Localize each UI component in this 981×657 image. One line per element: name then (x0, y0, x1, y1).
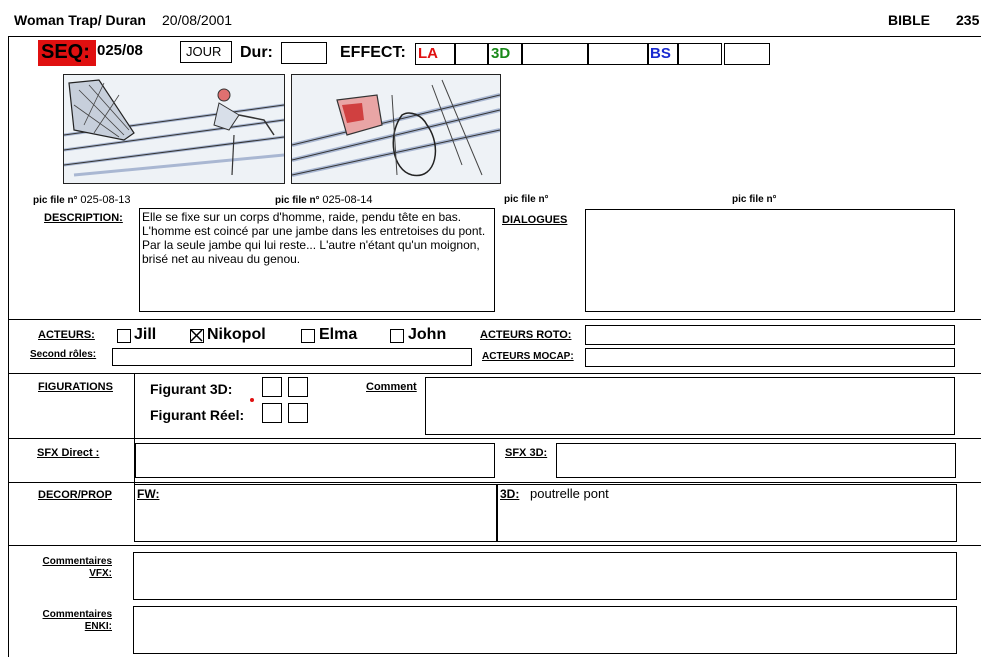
decor-prop-label: DECOR/PROP (38, 489, 112, 501)
acteurs-label: ACTEURS: (38, 329, 95, 341)
acteur-john: John (408, 326, 447, 343)
pic-file-2-value: 025-08-14 (322, 194, 373, 206)
pic-file-1-label: pic file n° (33, 195, 78, 206)
checkbox-nikopol[interactable] (190, 329, 204, 343)
header-date: 20/08/2001 (162, 12, 233, 28)
sfx-direct-label: SFX Direct : (37, 447, 100, 459)
bible-label: BIBLE (888, 12, 930, 28)
divider-3 (8, 438, 981, 439)
sfx-direct-field[interactable] (135, 443, 495, 478)
jour-label: JOUR (186, 44, 222, 59)
commentaires-vfx-label-line1: Commentaires (42, 556, 112, 567)
pic-file-1: pic file n° 025-08-13 (33, 194, 131, 206)
project-title: Woman Trap/ Duran (14, 12, 146, 28)
second-roles-label: Second rôles: (30, 349, 97, 360)
acteur-nikopol: Nikopol (207, 326, 266, 343)
figurations-label: FIGURATIONS (38, 381, 113, 393)
effect-bs-label: BS (650, 45, 671, 62)
red-mark (250, 398, 254, 402)
acteurs-mocap-field[interactable] (585, 348, 955, 367)
dialogues-label: DIALOGUES (502, 214, 568, 226)
figurations-comment-field[interactable] (425, 377, 955, 435)
sfx-3d-label: SFX 3D: (505, 447, 548, 459)
figurant-3d-box-1[interactable] (262, 377, 282, 397)
figurant-3d-label: Figurant 3D: (150, 381, 233, 397)
commentaires-enki-label-line1: Commentaires (42, 609, 112, 620)
frame-top-line (8, 36, 981, 37)
pic-file-1-value: 025-08-13 (80, 194, 131, 206)
decor-3d-field[interactable]: 3D: poutrelle pont (497, 484, 957, 542)
checkbox-elma[interactable] (301, 329, 315, 343)
acteurs-roto-field[interactable] (585, 325, 955, 345)
comment-label: Comment (366, 381, 417, 393)
pic-file-2: pic file n° 025-08-14 (275, 194, 373, 206)
effect-box-5[interactable] (588, 43, 648, 65)
dur-field[interactable] (281, 42, 327, 64)
decor-fw-label: FW: (137, 487, 160, 501)
effect-label: EFFECT: (340, 44, 406, 61)
figurant-3d-box-2[interactable] (288, 377, 308, 397)
acteurs-mocap-label: ACTEURS MOCAP: (482, 351, 574, 362)
pic-file-2-label: pic file n° (275, 195, 320, 206)
effect-box-4[interactable] (522, 43, 588, 65)
dialogues-field[interactable] (585, 209, 955, 312)
commentaires-enki-label-line2: ENKI: (84, 621, 112, 632)
frame-left-line (8, 36, 9, 657)
commentaires-vfx-label-line2: VFX: (89, 568, 112, 579)
decor-fw-field[interactable]: FW: (134, 484, 497, 542)
acteur-jill: Jill (134, 326, 157, 343)
decor-3d-value: poutrelle pont (530, 486, 609, 501)
storyboard-image-2 (291, 74, 501, 184)
figurant-reel-box-1[interactable] (262, 403, 282, 423)
commentaires-vfx-label: Commentaires VFX: (36, 556, 112, 580)
pic-file-4-label: pic file n° (732, 194, 777, 205)
acteur-elma: Elma (319, 326, 358, 343)
divider-5 (8, 545, 981, 546)
dur-label: Dur: (240, 44, 273, 61)
effect-3d-label: 3D (491, 45, 511, 62)
seq-badge: SEQ: (38, 40, 96, 66)
seq-value: 025/08 (97, 42, 143, 59)
commentaires-vfx-field[interactable] (133, 552, 957, 600)
storyboard-image-1 (63, 74, 285, 184)
effect-bs-box[interactable]: BS (648, 43, 678, 65)
effect-box-8[interactable] (724, 43, 770, 65)
seq-label: SEQ: (41, 41, 90, 63)
divider-4 (8, 482, 981, 483)
description-field[interactable]: Elle se fixe sur un corps d'homme, raide… (139, 208, 495, 312)
acteurs-roto-label: ACTEURS ROTO: (480, 329, 572, 341)
effect-la-label: LA (418, 45, 438, 62)
jour-box[interactable]: JOUR (180, 41, 232, 63)
effect-box-7[interactable] (678, 43, 722, 65)
checkbox-jill[interactable] (117, 329, 131, 343)
description-text: Elle se fixe sur un corps d'homme, raide… (142, 210, 486, 266)
effect-box-2[interactable] (455, 43, 488, 65)
figurant-reel-box-2[interactable] (288, 403, 308, 423)
divider-2 (8, 373, 981, 374)
second-roles-field[interactable] (112, 348, 472, 366)
pic-file-3-label: pic file n° (504, 194, 549, 205)
description-label: DESCRIPTION: (44, 212, 123, 224)
page-number: 235 (956, 12, 980, 28)
figurant-reel-label: Figurant Réel: (150, 407, 245, 423)
divider-1 (8, 319, 981, 320)
commentaires-enki-field[interactable] (133, 606, 957, 654)
checkbox-john[interactable] (390, 329, 404, 343)
figurations-divider (134, 373, 135, 438)
decor-3d-label: 3D: (500, 487, 520, 501)
effect-la-box[interactable]: LA (415, 43, 455, 65)
effect-3d-box[interactable]: 3D (488, 43, 522, 65)
commentaires-enki-label: Commentaires ENKI: (36, 609, 112, 633)
sfx-3d-field[interactable] (556, 443, 956, 478)
